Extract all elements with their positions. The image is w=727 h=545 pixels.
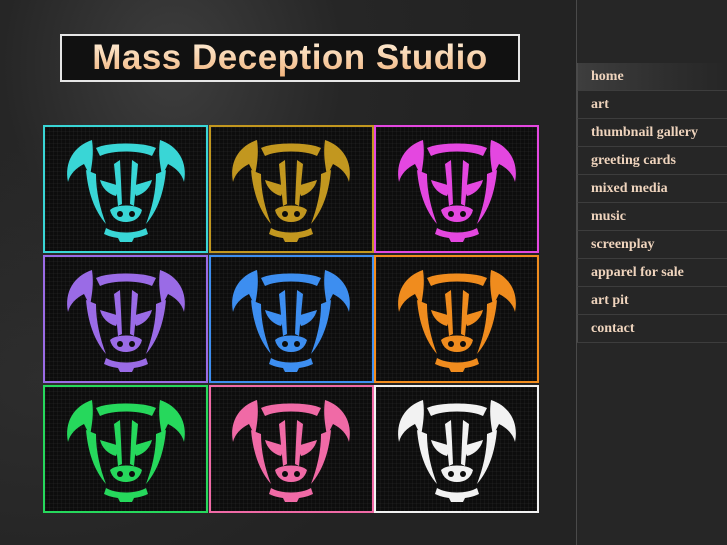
nav-item-greeting-cards[interactable]: greeting cards bbox=[577, 147, 727, 175]
dog-face-icon bbox=[387, 260, 527, 378]
nav-item-home[interactable]: home bbox=[577, 63, 727, 91]
main-nav: home art thumbnail gallery greeting card… bbox=[577, 63, 727, 343]
dog-face-icon bbox=[221, 130, 361, 248]
gallery-tile[interactable] bbox=[374, 385, 539, 513]
dog-face-icon bbox=[56, 390, 196, 508]
gallery-tile[interactable] bbox=[43, 255, 208, 383]
site-logo[interactable]: Mass Deception Studio bbox=[60, 34, 520, 82]
nav-item-apparel-for-sale[interactable]: apparel for sale bbox=[577, 259, 727, 287]
nav-item-thumbnail-gallery[interactable]: thumbnail gallery bbox=[577, 119, 727, 147]
gallery-tile[interactable] bbox=[43, 385, 208, 513]
dog-face-icon bbox=[221, 390, 361, 508]
gallery-tile[interactable] bbox=[208, 385, 374, 513]
dog-face-icon bbox=[387, 390, 527, 508]
gallery-tile[interactable] bbox=[374, 255, 539, 383]
dog-face-icon bbox=[387, 130, 527, 248]
nav-item-art[interactable]: art bbox=[577, 91, 727, 119]
nav-item-music[interactable]: music bbox=[577, 203, 727, 231]
gallery-tile[interactable] bbox=[208, 255, 374, 383]
nav-item-contact[interactable]: contact bbox=[577, 315, 727, 343]
gallery-tile[interactable] bbox=[43, 125, 208, 253]
dog-face-icon bbox=[221, 260, 361, 378]
gallery-tile[interactable] bbox=[208, 125, 374, 253]
dog-face-icon bbox=[56, 260, 196, 378]
dog-face-icon bbox=[56, 130, 196, 248]
nav-item-mixed-media[interactable]: mixed media bbox=[577, 175, 727, 203]
site-title: Mass Deception Studio bbox=[92, 38, 488, 77]
nav-item-art-pit[interactable]: art pit bbox=[577, 287, 727, 315]
gallery-tile[interactable] bbox=[374, 125, 539, 253]
nav-item-screenplay[interactable]: screenplay bbox=[577, 231, 727, 259]
gallery-grid bbox=[43, 125, 539, 513]
